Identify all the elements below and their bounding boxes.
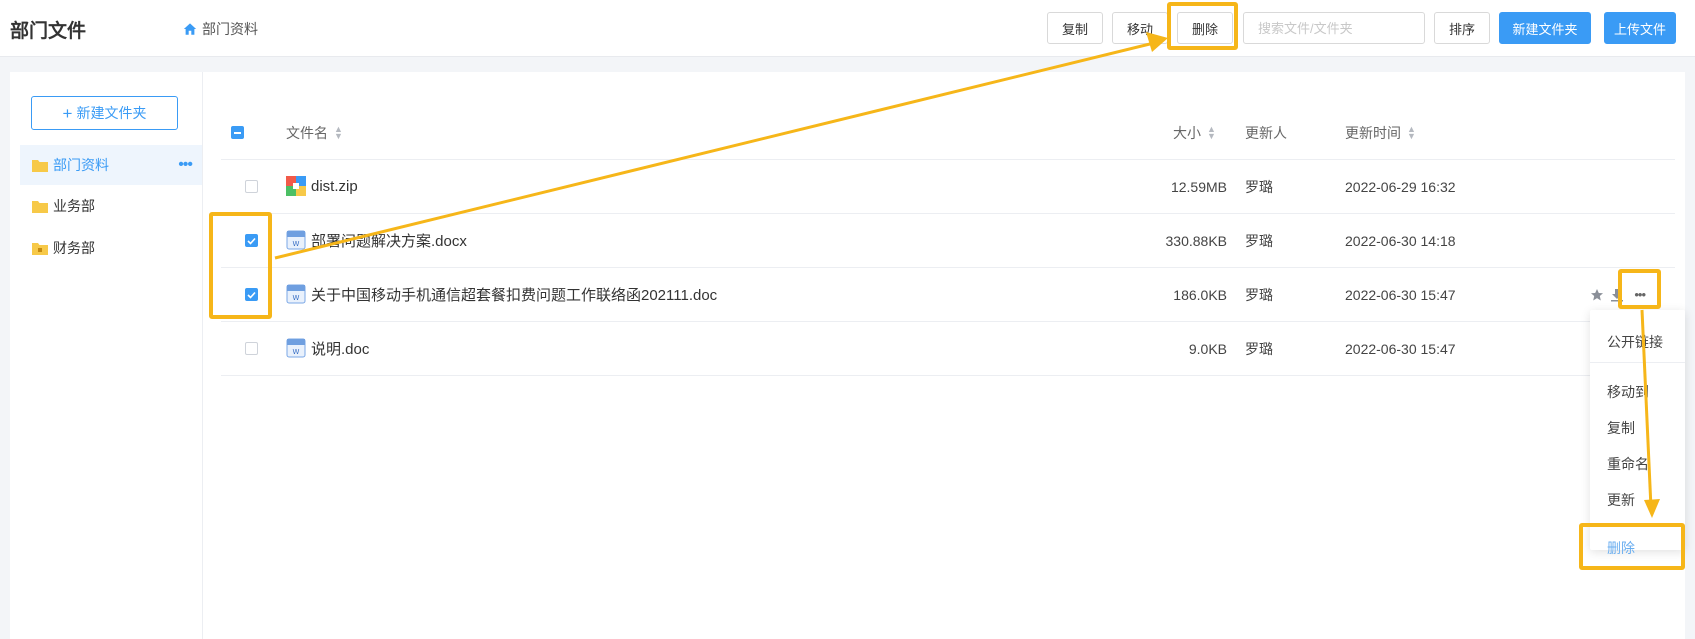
word-doc-icon: W (286, 338, 306, 357)
file-updated-time: 2022-06-30 14:18 (1345, 232, 1456, 249)
word-doc-icon: W (286, 284, 306, 303)
sidebar-folder-business[interactable]: 业务部 (20, 186, 202, 226)
menu-item-rename[interactable]: 重命名 (1607, 454, 1649, 474)
new-folder-button[interactable]: 新建文件夹 (1499, 12, 1591, 44)
search-input[interactable] (1243, 12, 1425, 44)
folder-icon (32, 200, 48, 213)
file-name-cell[interactable]: W 关于中国移动手机通信超套餐扣费问题工作联络函202111.doc (286, 268, 717, 321)
select-all-checkbox[interactable] (231, 106, 244, 159)
menu-item-move-to[interactable]: 移动到 (1607, 382, 1649, 402)
sort-icon: ▲ ▼ (1407, 123, 1416, 141)
word-doc-icon: W (286, 230, 306, 249)
row-checkbox[interactable] (245, 160, 258, 213)
file-updated-time: 2022-06-30 15:47 (1345, 340, 1456, 357)
plus-icon: + (62, 103, 73, 123)
sidebar-new-folder-label: 新建文件夹 (76, 105, 147, 121)
table-header: 文件名 ▲ ▼ 大小 ▲ ▼ 更新人 更新时间 ▲ ▼ (221, 106, 1675, 160)
sidebar-folder-finance[interactable]: 财务部 (20, 228, 202, 268)
svg-text:W: W (293, 240, 300, 248)
page-title: 部门文件 (10, 21, 87, 42)
row-checkbox[interactable] (245, 268, 258, 321)
copy-button[interactable]: 复制 (1047, 12, 1103, 44)
menu-item-public-link[interactable]: 公开链接 (1607, 332, 1663, 352)
upload-file-button[interactable]: 上传文件 (1604, 12, 1676, 44)
svg-text:W: W (293, 348, 300, 356)
sort-button[interactable]: 排序 (1434, 12, 1490, 44)
menu-item-delete[interactable]: 删除 (1607, 538, 1635, 558)
sidebar-folder-label: 部门资料 (53, 157, 109, 173)
sidebar-folder-label: 财务部 (53, 240, 95, 256)
folder-icon (32, 159, 48, 172)
file-name-cell[interactable]: W 说明.doc (286, 322, 369, 375)
column-updater: 更新人 (1245, 124, 1287, 141)
move-button[interactable]: 移动 (1112, 12, 1168, 44)
svg-text:W: W (293, 294, 300, 302)
column-updated-time[interactable]: 更新时间 ▲ ▼ (1345, 106, 1416, 159)
sidebar: + 新建文件夹 部门资料 ••• 业务部 财务部 (10, 72, 203, 639)
file-updater: 罗璐 (1245, 340, 1273, 357)
download-icon[interactable] (1610, 288, 1624, 302)
main-panel: + 新建文件夹 部门资料 ••• 业务部 财务部 文件名 ▲ ▼ 大小 ▲ ▼ … (10, 72, 1685, 639)
table-row[interactable]: dist.zip 12.59MB 罗璐 2022-06-29 16:32 (221, 160, 1675, 214)
home-icon (183, 23, 197, 35)
menu-divider (1590, 362, 1685, 363)
sort-icon: ▲ ▼ (1207, 123, 1216, 141)
locked-folder-icon (32, 242, 48, 255)
row-checkbox[interactable] (245, 214, 258, 267)
table-row[interactable]: W 部署问题解决方案.docx 330.88KB 罗璐 2022-06-30 1… (221, 214, 1675, 268)
sidebar-folder-label: 业务部 (53, 198, 95, 214)
menu-item-copy[interactable]: 复制 (1607, 418, 1635, 438)
zip-file-icon (286, 175, 306, 196)
breadcrumb-label: 部门资料 (202, 21, 258, 37)
file-updater: 罗璐 (1245, 178, 1273, 195)
context-menu: 公开链接 移动到 复制 重命名 更新 删除 (1590, 310, 1685, 556)
file-size: 186.0KB (1173, 286, 1227, 303)
top-bar: 部门文件 部门资料 复制 移动 删除 排序 新建文件夹 上传文件 (0, 0, 1695, 57)
table-row[interactable]: W 说明.doc 9.0KB 罗璐 2022-06-30 15:47 (221, 322, 1675, 376)
file-size: 9.0KB (1188, 340, 1227, 357)
more-icon[interactable]: ••• (178, 156, 193, 174)
star-icon[interactable] (1590, 288, 1604, 302)
table-row[interactable]: W 关于中国移动手机通信超套餐扣费问题工作联络函202111.doc 186.0… (221, 268, 1675, 322)
file-name-cell[interactable]: W 部署问题解决方案.docx (286, 214, 467, 267)
row-checkbox[interactable] (245, 322, 258, 375)
file-table: 文件名 ▲ ▼ 大小 ▲ ▼ 更新人 更新时间 ▲ ▼ dist.zip 12.… (221, 106, 1675, 376)
file-size: 330.88KB (1165, 232, 1228, 249)
sort-icon: ▲ ▼ (334, 123, 343, 141)
more-icon[interactable]: ••• (1630, 287, 1649, 302)
file-updater: 罗璐 (1245, 232, 1273, 249)
sidebar-new-folder-button[interactable]: + 新建文件夹 (31, 96, 178, 130)
file-updated-time: 2022-06-30 15:47 (1345, 286, 1456, 303)
file-updated-time: 2022-06-29 16:32 (1345, 178, 1456, 195)
file-size: 12.59MB (1170, 178, 1227, 195)
file-name-cell[interactable]: dist.zip (286, 160, 358, 213)
delete-button[interactable]: 删除 (1177, 12, 1233, 44)
breadcrumb[interactable]: 部门资料 (183, 19, 258, 39)
column-size[interactable]: 大小 ▲ ▼ (1173, 106, 1216, 159)
sidebar-folder-dept-docs[interactable]: 部门资料 ••• (20, 145, 202, 185)
column-name[interactable]: 文件名 ▲ ▼ (286, 106, 343, 159)
menu-item-update[interactable]: 更新 (1607, 490, 1635, 510)
file-updater: 罗璐 (1245, 286, 1273, 303)
